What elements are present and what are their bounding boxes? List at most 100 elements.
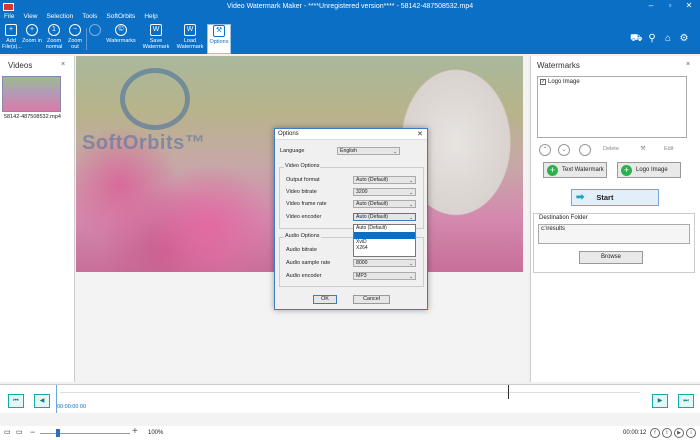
close-button[interactable]: ✕ bbox=[681, 1, 697, 11]
chevron-down-icon: ⌄ bbox=[409, 178, 413, 183]
menu-selection[interactable]: Selection bbox=[46, 13, 73, 22]
add-files-button[interactable]: + Add File(s)... bbox=[2, 24, 22, 54]
video-bitrate-select[interactable]: 3200 ⌄ bbox=[353, 188, 416, 196]
cart-icon[interactable]: ⛟ bbox=[630, 33, 643, 45]
maximize-button[interactable]: ▫ bbox=[662, 1, 678, 11]
zoom-normal-button[interactable]: 1 Zoom normal bbox=[43, 24, 65, 54]
timeline-start-button[interactable]: ⏮ bbox=[8, 394, 24, 408]
watermark-logo-globe bbox=[120, 68, 190, 130]
audio-encoder-select[interactable]: MP3 ⌄ bbox=[353, 272, 416, 280]
edit-label[interactable]: Edit bbox=[664, 146, 673, 152]
facebook-icon[interactable]: f bbox=[650, 428, 660, 438]
output-format-label: Output format bbox=[286, 177, 320, 183]
timeline: ⏮ ◀ 00:00:00 00 ▶ ⏭ ▭ ▭ − + 100% 00:00:1… bbox=[0, 384, 700, 440]
zoom-plus-icon[interactable]: + bbox=[132, 426, 138, 437]
video-encoder-dropdown: Auto (Default) XviD X264 bbox=[353, 224, 416, 257]
minimize-button[interactable]: – bbox=[643, 1, 659, 11]
destination-folder-label: Destination Folder bbox=[539, 215, 588, 221]
destination-folder-group: Destination Folder c:\results Browse bbox=[533, 213, 695, 273]
menu-tools[interactable]: Tools bbox=[82, 13, 97, 22]
menu-softorbits[interactable]: SoftOrbits bbox=[106, 13, 135, 22]
watermarks-button[interactable]: © Watermarks bbox=[104, 24, 138, 54]
fit-icon[interactable]: ▭ bbox=[4, 428, 11, 436]
home-icon[interactable]: ⌂ bbox=[662, 33, 674, 45]
disabled-tool-icon bbox=[88, 24, 102, 54]
menu-bar: File View Selection Tools SoftOrbits Hel… bbox=[4, 13, 158, 22]
fit-width-icon[interactable]: ▭ bbox=[16, 428, 23, 436]
videos-panel-title: Videos bbox=[8, 61, 33, 70]
settings-icon[interactable]: ⚙ bbox=[678, 33, 690, 45]
dialog-close-icon[interactable]: ✕ bbox=[417, 130, 423, 138]
output-format-select[interactable]: Auto (Default) ⌄ bbox=[353, 176, 416, 184]
timeline-end-button[interactable]: ⏭ bbox=[678, 394, 694, 408]
move-down-icon[interactable]: ⌄ bbox=[558, 144, 570, 156]
add-file-icon: + bbox=[5, 24, 17, 36]
start-button[interactable]: ➡ Start bbox=[571, 189, 659, 206]
delete-label[interactable]: Delete bbox=[603, 146, 619, 152]
video-options-label: Video Options bbox=[284, 163, 321, 169]
dropdown-option[interactable]: XviD bbox=[354, 239, 415, 246]
options-button[interactable]: ⚒ Options bbox=[207, 24, 231, 54]
save-watermark-button[interactable]: W Save Watermark bbox=[139, 24, 173, 54]
timeline-ruler bbox=[60, 387, 640, 393]
info-icon[interactable]: i bbox=[686, 428, 696, 438]
move-up-icon[interactable]: ⌃ bbox=[539, 144, 551, 156]
video-encoder-label: Video encoder bbox=[286, 214, 322, 220]
watermarks-panel-close-icon[interactable]: × bbox=[686, 61, 690, 68]
video-file-name: 58142-487508532.mp4 bbox=[4, 114, 61, 120]
zoom-row: ▭ ▭ − + 100% 00:00:12 f t ▶ i bbox=[0, 426, 700, 440]
search-icon[interactable]: ⚲ bbox=[646, 33, 658, 45]
audio-encoder-label: Audio encoder bbox=[286, 273, 322, 279]
menu-help[interactable]: Help bbox=[144, 13, 157, 22]
timeline-current-time: 00:00:00 00 bbox=[57, 404, 87, 410]
circle-icon[interactable] bbox=[579, 144, 591, 156]
videos-panel-close-icon[interactable]: × bbox=[61, 61, 65, 68]
timeline-scrollbar[interactable] bbox=[0, 413, 700, 426]
video-thumbnail[interactable] bbox=[2, 76, 61, 112]
dialog-title: Options bbox=[278, 131, 299, 137]
watermark-checkbox[interactable]: ✓ bbox=[540, 79, 546, 85]
toolbar-separator bbox=[86, 28, 87, 50]
twitter-icon[interactable]: t bbox=[662, 428, 672, 438]
zoom-out-icon: − bbox=[69, 24, 81, 36]
chevron-down-icon: ⌄ bbox=[409, 202, 413, 207]
dropdown-option[interactable]: X264 bbox=[354, 245, 415, 252]
zoom-slider[interactable] bbox=[40, 433, 130, 434]
chevron-down-icon: ⌄ bbox=[393, 149, 397, 154]
videos-panel: Videos × 58142-487508532.mp4 bbox=[0, 56, 75, 382]
plus-icon: + bbox=[547, 164, 558, 176]
copyright-icon: © bbox=[115, 24, 127, 36]
load-watermark-icon: W bbox=[184, 24, 196, 36]
zoom-out-button[interactable]: − Zoom out bbox=[66, 24, 84, 54]
watermark-list-item[interactable]: ✓ Logo Image bbox=[540, 79, 580, 85]
chevron-down-icon: ⌄ bbox=[409, 274, 413, 279]
dialog-titlebar: Options ✕ bbox=[275, 129, 427, 140]
audio-sample-rate-select[interactable]: 8000 ⌄ bbox=[353, 259, 416, 267]
video-frame-rate-select[interactable]: Auto (Default) ⌄ bbox=[353, 200, 416, 208]
logo-image-button[interactable]: + Logo Image bbox=[617, 162, 681, 178]
zoom-in-icon: + bbox=[26, 24, 38, 36]
language-select[interactable]: English ⌄ bbox=[337, 147, 400, 155]
timeline-end-marker[interactable] bbox=[508, 385, 509, 399]
wrench-icon[interactable]: ⚒ bbox=[637, 144, 649, 156]
youtube-icon[interactable]: ▶ bbox=[674, 428, 684, 438]
cancel-button[interactable]: Cancel bbox=[353, 295, 390, 304]
timeline-prev-button[interactable]: ◀ bbox=[34, 394, 50, 408]
destination-folder-input[interactable]: c:\results bbox=[538, 224, 690, 244]
ok-button[interactable]: OK bbox=[313, 295, 337, 304]
dropdown-option[interactable] bbox=[354, 231, 415, 239]
chevron-down-icon: ⌄ bbox=[409, 215, 413, 220]
load-watermark-button[interactable]: W Load Watermark bbox=[173, 24, 207, 54]
text-watermark-button[interactable]: + Text Watermark bbox=[543, 162, 607, 178]
video-encoder-select[interactable]: Auto (Default) ⌄ bbox=[353, 213, 416, 221]
menu-view[interactable]: View bbox=[23, 13, 37, 22]
zoom-in-button[interactable]: + Zoom in bbox=[22, 24, 42, 54]
circle-icon bbox=[89, 24, 101, 36]
browse-button[interactable]: Browse bbox=[579, 251, 643, 264]
menu-file[interactable]: File bbox=[4, 13, 14, 22]
timeline-next-button[interactable]: ▶ bbox=[652, 394, 668, 408]
audio-options-label: Audio Options bbox=[284, 233, 321, 239]
dropdown-option[interactable]: Auto (Default) bbox=[354, 225, 415, 232]
zoom-minus-icon[interactable]: − bbox=[30, 427, 35, 437]
zoom-slider-thumb[interactable] bbox=[56, 429, 60, 437]
